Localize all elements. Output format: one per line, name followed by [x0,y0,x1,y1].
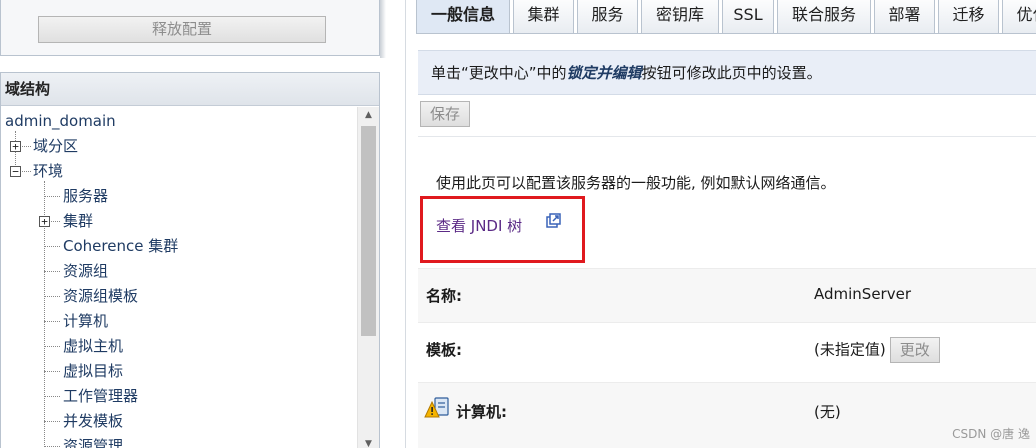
tree-connector [44,421,60,422]
tree-connector [44,446,60,447]
tab-1[interactable]: 集群 [513,0,574,34]
watermark: CSDN @唐 逸 [952,427,1030,441]
tree-item[interactable]: 计算机 [1,309,351,333]
info-text-after: 按钮可修改此页中的设置。 [641,64,822,82]
tab-3[interactable]: 密钥库 [641,0,719,34]
tab-2[interactable]: 服务 [577,0,638,34]
name-value: AdminServer [814,285,911,303]
tree-item-label: 并发模板 [63,412,124,430]
tree-item-label: 资源管理 [63,437,124,448]
machine-value: (无) [814,403,841,421]
scroll-down-icon[interactable]: ▼ [358,436,379,448]
tab-4[interactable]: SSL [722,0,774,34]
tree-item[interactable]: 工作管理器 [1,384,351,408]
tree-item[interactable]: 服务器 [1,184,351,208]
tree-item[interactable]: 并发模板 [1,409,351,433]
tab-7[interactable]: 迁移 [938,0,999,34]
save-button[interactable]: 保存 [420,101,470,127]
tree-connector [44,396,60,397]
tree-item[interactable]: Coherence 集群 [1,234,351,258]
page-description: 使用此页可以配置该服务器的一般功能, 例如默认网络通信。 [436,174,836,192]
tree-item[interactable]: 虚拟主机 [1,334,351,358]
info-message: 单击“更改中心”中的锁定并编辑按钮可修改此页中的设置。 [418,50,1036,95]
tree-item[interactable]: 虚拟目标 [1,359,351,383]
tree-root-label: admin_domain [5,112,116,130]
tree-item[interactable]: + 集群 [1,209,351,233]
machine-label: 计算机: [456,403,507,421]
info-text-emphasis: 锁定并编辑 [566,64,642,82]
tabs-underline [416,33,1036,34]
tree-item-label: 服务器 [63,187,109,205]
tree-item-label: 计算机 [63,312,109,330]
info-text: 单击“更改中心”中的锁定并编辑按钮可修改此页中的设置。 [431,51,822,95]
tree-scrollbar[interactable]: ▲ ▼ [357,107,379,448]
tree-item[interactable]: − 环境 [1,159,351,183]
tree-connector [44,271,60,272]
tab-5[interactable]: 联合服务 [777,0,871,34]
tree-item-label: 集群 [63,212,94,230]
template-label: 模板: [426,341,462,359]
tree-root[interactable]: admin_domain [5,109,116,133]
domain-structure-title: 域结构 [1,73,379,106]
tree-item-label: 虚拟主机 [63,337,124,355]
tree-item-label: 工作管理器 [63,387,139,405]
tree-item-label: 资源组模板 [63,287,139,305]
tree-item[interactable]: + 域分区 [1,134,351,158]
tree-connector [44,246,60,247]
tree-item[interactable]: 资源管理 [1,434,351,448]
panel-shadow [380,0,386,58]
collapse-icon[interactable]: − [10,166,21,177]
tree-connector [44,296,60,297]
scroll-thumb[interactable] [361,126,376,336]
tree-connector [44,196,60,197]
template-value-group: (未指定值) 更改 [814,337,940,363]
scroll-up-icon[interactable]: ▲ [358,107,379,124]
release-config-button[interactable]: 释放配置 [38,16,326,43]
tab-8[interactable]: 优化 [1002,0,1036,34]
tab-0[interactable]: 一般信息 [416,0,510,34]
change-center-panel: 释放配置 [0,0,380,56]
tree-item-label: 环境 [33,162,64,180]
expand-icon[interactable]: + [10,141,21,152]
tree-connector [44,346,60,347]
domain-structure-panel: 域结构 admin_domain + 域分区 − 环境服务器 + 集群 Coherence … [0,72,380,448]
info-text-before: 单击“更改中心”中的 [431,64,567,82]
tree-item-label: 虚拟目标 [63,362,124,380]
tree-connector [44,321,60,322]
tree-item-label: Coherence 集群 [63,237,179,255]
domain-tree: admin_domain + 域分区 − 环境 服务器 + 集群 Coherence 集群 资源… [1,107,357,448]
name-label: 名称: [426,287,462,305]
change-template-button[interactable]: 更改 [889,337,940,363]
external-link-icon[interactable] [546,213,561,228]
view-jndi-tree-link[interactable]: 查看 JNDI 树 [436,215,522,236]
field-row-machine: 计算机: (无) [418,382,1036,448]
warning-info-icon [424,397,449,418]
weblogic-console: 释放配置 域结构 admin_domain + 域分区 − 环境服务器 + 集群 Coher… [0,0,1036,448]
pane-divider [405,0,406,448]
tree-item[interactable]: 资源组模板 [1,284,351,308]
tree-item[interactable]: 资源组 [1,259,351,283]
tree-item-label: 域分区 [33,137,79,155]
tab-6[interactable]: 部署 [874,0,935,34]
separator [418,136,1036,137]
template-value: (未指定值) [814,340,886,359]
tree-connector [44,371,60,372]
field-row-template: 模板: (未指定值) 更改 [418,322,1036,382]
expand-icon[interactable]: + [39,216,50,227]
tree-item-label: 资源组 [63,262,109,280]
field-row-name: 名称: AdminServer [418,268,1036,322]
